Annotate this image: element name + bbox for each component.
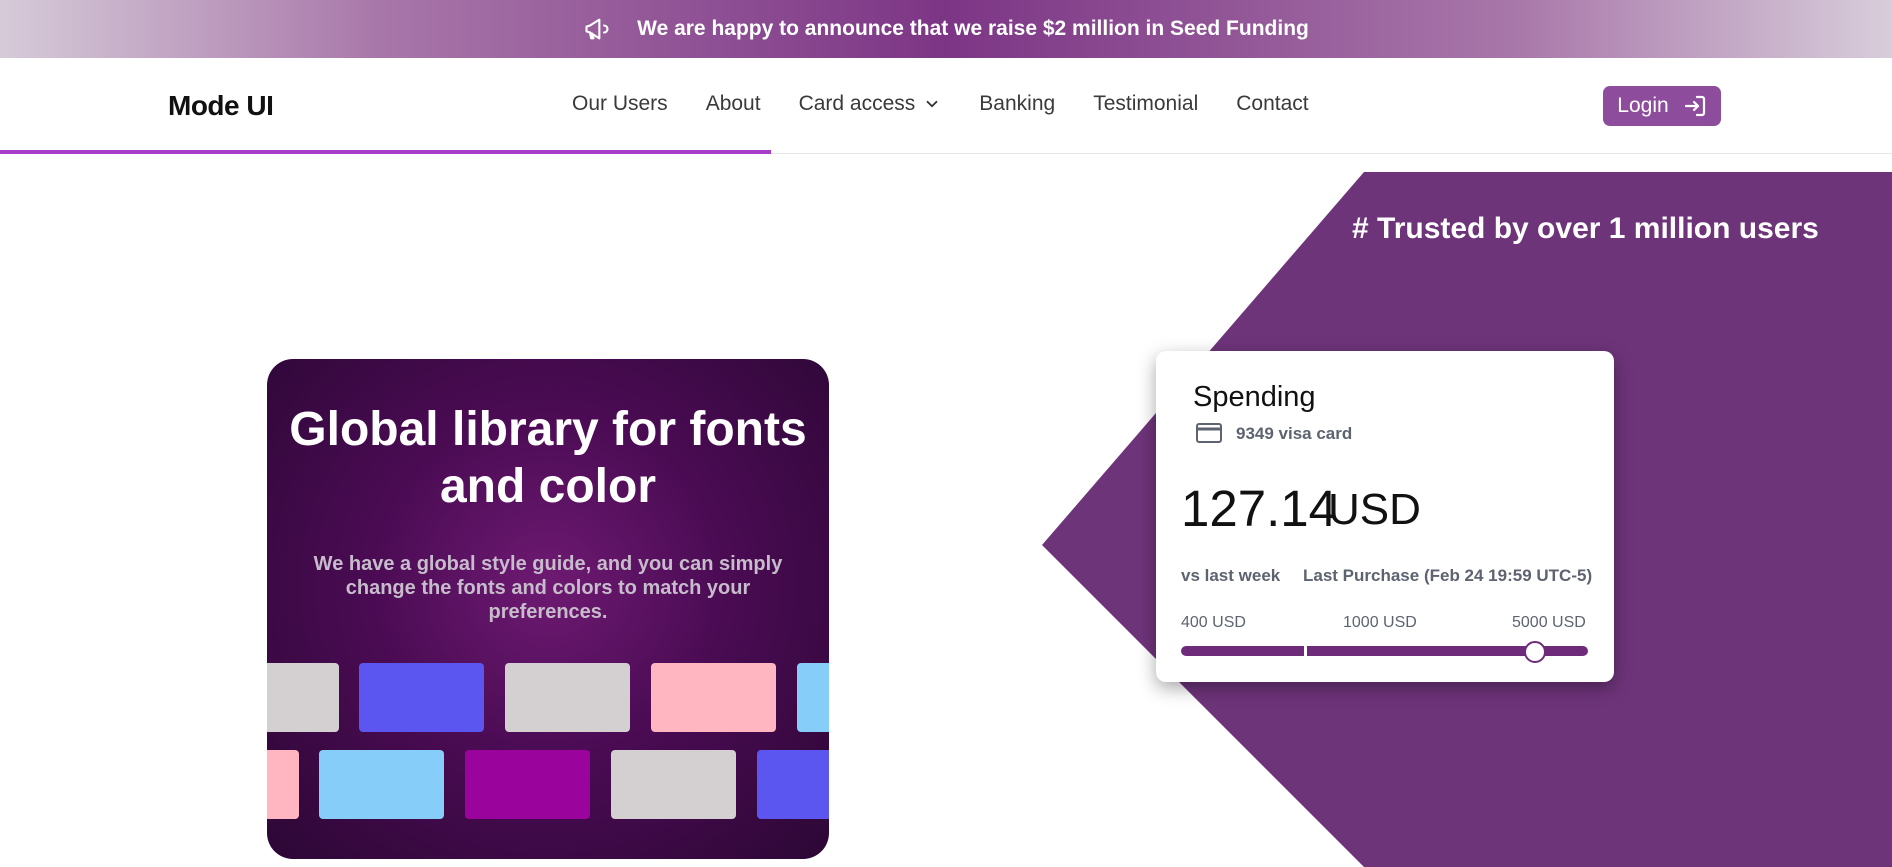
color-swatch: [651, 663, 776, 732]
slider-tick-mid: 1000 USD: [1343, 614, 1417, 631]
nav-about[interactable]: About: [706, 92, 761, 116]
promo-subtitle: We have a global style guide, and you ca…: [313, 553, 783, 623]
nav-card-access-label: Card access: [798, 92, 916, 115]
last-purchase-label: Last Purchase (Feb 24 19:59 UTC-5): [1303, 566, 1593, 585]
nav-card-access[interactable]: Card access: [799, 92, 942, 116]
page: # Trusted by over 1 million users We are…: [0, 0, 1892, 867]
promo-title: Global library for fonts and color: [289, 403, 807, 513]
announcement-text: We are happy to announce that we raise $…: [637, 17, 1309, 40]
credit-card-icon: [1196, 423, 1222, 443]
slider-tick-min: 400 USD: [1181, 614, 1246, 631]
promo-card: Global library for fonts and color We ha…: [267, 359, 829, 859]
color-swatch: [267, 663, 339, 732]
color-swatch: [359, 663, 484, 732]
nav-contact[interactable]: Contact: [1236, 92, 1308, 116]
logo[interactable]: Mode UI: [168, 90, 274, 122]
color-swatch: [319, 750, 444, 819]
chevron-down-icon: [926, 100, 938, 108]
megaphone-icon: [583, 15, 611, 43]
sign-in-icon: [1684, 95, 1705, 117]
spending-amount: 127.14: [1181, 480, 1337, 537]
scroll-progress-bar: [0, 150, 771, 154]
color-swatch: [757, 750, 829, 819]
color-swatch: [267, 750, 299, 819]
slider-divider: [1304, 646, 1307, 656]
color-swatch: [465, 750, 590, 819]
nav-testimonial[interactable]: Testimonial: [1093, 92, 1198, 116]
trusted-headline: # Trusted by over 1 million users: [1352, 212, 1819, 245]
login-label: Login: [1617, 94, 1669, 117]
spending-card: Spending 9349 visa card 127.14 USD vs la…: [1156, 351, 1614, 682]
nav-banking[interactable]: Banking: [979, 92, 1055, 116]
slider-tick-max: 5000 USD: [1512, 614, 1586, 631]
card-label: 9349 visa card: [1236, 424, 1353, 443]
nav-our-users[interactable]: Our Users: [572, 92, 668, 116]
main-nav: Our Users About Card access Banking Test…: [572, 92, 1347, 116]
site-header: Mode UI Our Users About Card access Bank…: [0, 58, 1892, 154]
color-swatch: [505, 663, 630, 732]
spending-currency: USD: [1328, 485, 1421, 534]
spending-title: Spending: [1193, 381, 1316, 413]
vs-last-week-label: vs last week: [1181, 566, 1281, 585]
login-button[interactable]: Login: [1603, 86, 1721, 126]
color-swatch: [797, 663, 829, 732]
color-swatch: [611, 750, 736, 819]
announcement-bar: We are happy to announce that we raise $…: [0, 0, 1892, 58]
spending-slider-thumb[interactable]: [1524, 641, 1547, 663]
